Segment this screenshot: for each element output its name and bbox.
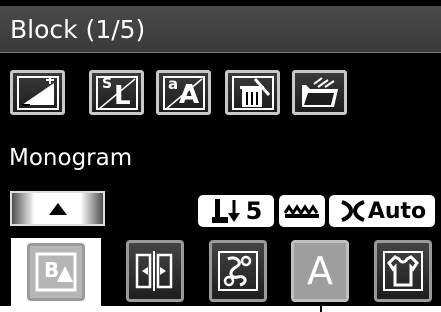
feed-dog-indicator [279,195,325,227]
tab-border[interactable]: B [11,238,101,306]
thread-tension-indicator: 5 [198,195,274,227]
shirt-icon [383,251,423,291]
tab-pattern[interactable] [209,240,267,302]
sewing-machine-screen: Block (1/5) S L a A Monogram 5 Auto B A [0,0,441,306]
small-s-letter: S [102,76,113,92]
section-label: Monogram [9,145,133,171]
tab-font[interactable]: A [291,240,349,302]
width-adjust-icon [341,200,365,222]
large-l-letter: L [114,81,131,111]
open-folder-button[interactable] [292,70,347,115]
pattern-icon [218,251,258,291]
border-letter: B [44,258,60,282]
triangle-up-icon [48,202,67,215]
small-a-letter: a [168,75,179,93]
font-icon: A [307,249,333,293]
pointer-line [320,302,322,312]
tension-value: 5 [245,197,263,225]
presser-foot-icon [211,199,240,223]
split-stitch-icon [135,251,173,291]
font-style-button[interactable]: a A [156,70,211,115]
delete-icon [231,75,274,110]
scroll-up-button[interactable] [10,191,105,226]
tab-shirt[interactable] [374,240,432,302]
small-large-button[interactable]: S L [89,70,144,115]
large-a-letter: A [179,80,200,110]
size-adjust-icon [16,75,59,110]
auto-label: Auto [367,198,427,224]
page-title: Block (1/5) [10,15,146,44]
feed-dog-icon [283,204,319,218]
size-adjust-button[interactable] [10,70,65,115]
delete-button[interactable] [225,70,280,115]
tab-split-stitch[interactable] [126,240,184,302]
auto-width-indicator: Auto [329,195,435,227]
open-folder-icon [301,76,338,107]
title-bar: Block (1/5) [0,6,441,53]
